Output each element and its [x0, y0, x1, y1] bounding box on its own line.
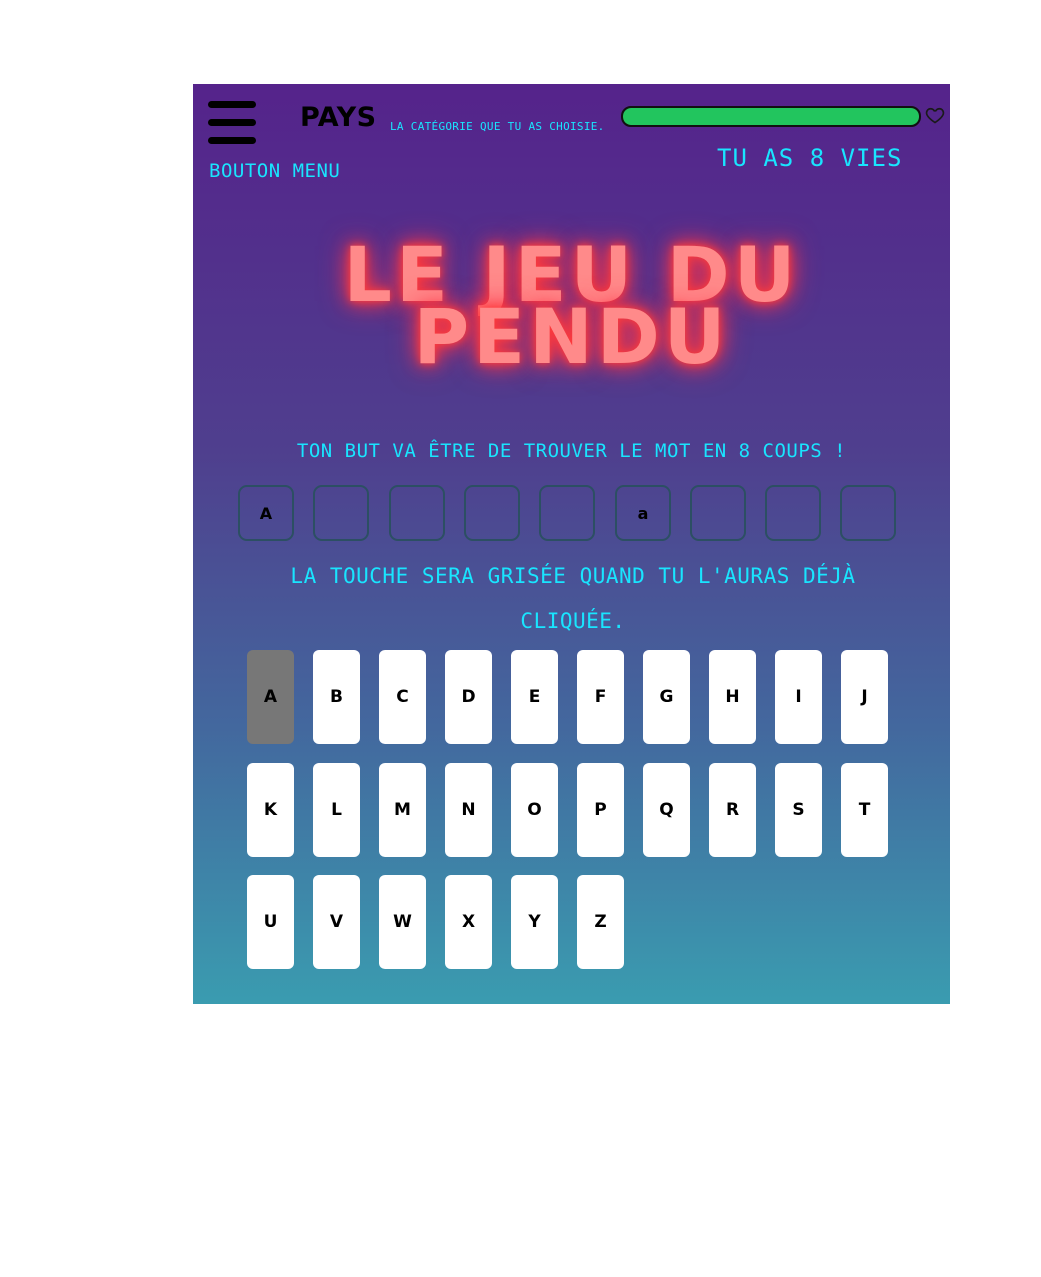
key-f[interactable]: F: [577, 650, 624, 744]
letter-slot: A: [238, 485, 294, 541]
game-title: LE JEU DU PENDU: [193, 237, 950, 381]
key-v[interactable]: V: [313, 875, 360, 969]
game-panel: BOUTON MENU PAYS LA CATÉGORIE QUE TU AS …: [193, 84, 950, 1004]
key-hint: LA TOUCHE SERA GRISÉE QUAND TU L'AURAS D…: [290, 564, 856, 633]
key-e[interactable]: E: [511, 650, 558, 744]
key-y[interactable]: Y: [511, 875, 558, 969]
category-hint: LA CATÉGORIE QUE TU AS CHOISIE.: [390, 120, 605, 133]
menu-bar: [208, 137, 256, 144]
key-l[interactable]: L: [313, 763, 360, 857]
letter-slot: [765, 485, 821, 541]
letter-slot: [313, 485, 369, 541]
key-i[interactable]: I: [775, 650, 822, 744]
key-o[interactable]: O: [511, 763, 558, 857]
letter-slot: [840, 485, 896, 541]
goal-instruction: TON BUT VA ÊTRE DE TROUVER LE MOT EN 8 C…: [296, 440, 847, 462]
key-n[interactable]: N: [445, 763, 492, 857]
key-j[interactable]: J: [841, 650, 888, 744]
menu-label: BOUTON MENU: [209, 160, 341, 182]
key-x[interactable]: X: [445, 875, 492, 969]
menu-bar: [208, 101, 256, 108]
category-title: PAYS: [300, 102, 377, 133]
menu-bar: [208, 119, 256, 126]
life-bar: [621, 106, 921, 127]
menu-icon[interactable]: [208, 101, 256, 145]
key-q[interactable]: Q: [643, 763, 690, 857]
key-p[interactable]: P: [577, 763, 624, 857]
key-b[interactable]: B: [313, 650, 360, 744]
title-line-2: PENDU: [413, 292, 730, 381]
key-t[interactable]: T: [841, 763, 888, 857]
key-k[interactable]: K: [247, 763, 294, 857]
key-a[interactable]: A: [247, 650, 294, 744]
letter-slot: [389, 485, 445, 541]
key-r[interactable]: R: [709, 763, 756, 857]
key-z[interactable]: Z: [577, 875, 624, 969]
key-w[interactable]: W: [379, 875, 426, 969]
letter-slot: a: [615, 485, 671, 541]
key-m[interactable]: M: [379, 763, 426, 857]
letter-slot: [690, 485, 746, 541]
key-s[interactable]: S: [775, 763, 822, 857]
lives-counter: TU AS 8 VIES: [717, 144, 903, 172]
key-g[interactable]: G: [643, 650, 690, 744]
letter-slot: [464, 485, 520, 541]
key-c[interactable]: C: [379, 650, 426, 744]
letter-slot: [539, 485, 595, 541]
heart-outline-icon: [925, 107, 945, 124]
key-h[interactable]: H: [709, 650, 756, 744]
key-u[interactable]: U: [247, 875, 294, 969]
life-bar-fill: [623, 108, 919, 125]
key-d[interactable]: D: [445, 650, 492, 744]
